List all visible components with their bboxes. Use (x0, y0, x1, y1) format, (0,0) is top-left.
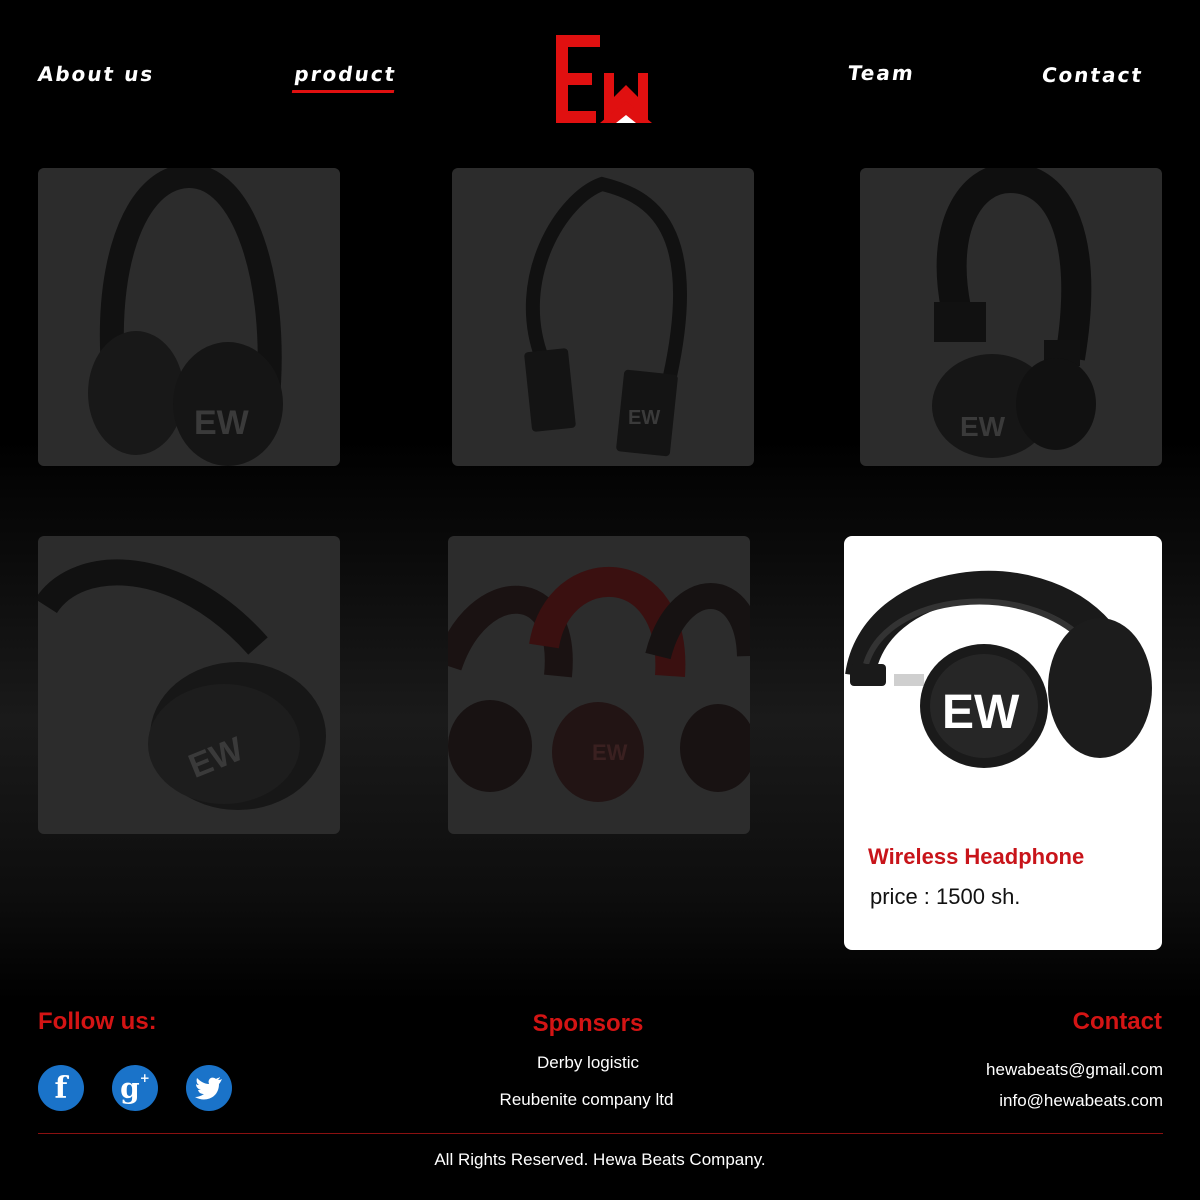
contact-email[interactable]: info@hewabeats.com (999, 1091, 1163, 1111)
headphones-group-icon: EW (448, 566, 750, 802)
nav-product[interactable]: product (291, 62, 399, 93)
contact-heading: Contact (1072, 1008, 1162, 1035)
svg-text:EW: EW (194, 404, 250, 442)
featured-product-title: Wireless Headphone (868, 844, 1085, 869)
brand-logo[interactable] (556, 35, 674, 123)
contact-email[interactable]: hewabeats@gmail.com (986, 1060, 1163, 1080)
wireless-headphone-image: EW (845, 570, 1152, 768)
featured-product-price: price : 1500 sh. (870, 884, 1021, 909)
svg-text:EW: EW (592, 740, 628, 765)
sponsors-heading: Sponsors (532, 1010, 644, 1037)
product-card-4[interactable]: EW (38, 536, 340, 834)
product-card-5[interactable]: EW (448, 536, 750, 834)
nav-about-us[interactable]: About us (36, 62, 156, 86)
nav-team[interactable]: Team (846, 61, 916, 85)
headphone-black-over-ear-icon: EW (88, 168, 283, 466)
sponsor-item: Reubenite company ltd (499, 1090, 674, 1109)
svg-text:EW: EW (960, 411, 1006, 442)
headphone-noise-cancel-icon: EW (38, 559, 326, 810)
headphone-classic-icon: EW (932, 168, 1096, 458)
product-card-1[interactable]: EW (38, 168, 340, 466)
nav-contact[interactable]: Contact (1040, 63, 1145, 87)
svg-text:EW: EW (628, 407, 660, 429)
copyright-text: All Rights Reserved. Hewa Beats Company. (434, 1150, 766, 1169)
product-card-2[interactable]: EW (452, 168, 754, 466)
featured-product-card[interactable]: EW Wireless Headphone price : 1500 sh. (844, 536, 1162, 950)
footer-divider (38, 1133, 1163, 1134)
headphone-band-icon: EW (524, 176, 688, 457)
product-card-3[interactable]: EW (860, 168, 1162, 466)
svg-text:EW: EW (942, 686, 1020, 739)
